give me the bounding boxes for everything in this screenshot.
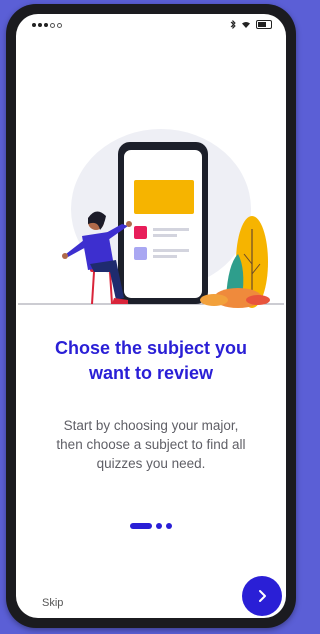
battery-icon — [256, 20, 272, 29]
next-button[interactable] — [242, 576, 282, 616]
skip-button[interactable]: Skip — [42, 597, 63, 609]
description-line-3: quizzes you need. — [96, 456, 206, 471]
chevron-right-icon — [259, 590, 266, 602]
onboarding-title: Chose the subject you want to review — [16, 336, 286, 386]
page-dot[interactable] — [156, 523, 162, 529]
page-dot[interactable] — [166, 523, 172, 529]
onboarding-description: Start by choosing your major, then choos… — [32, 416, 270, 473]
onboarding-illustration — [18, 129, 284, 308]
status-bar — [16, 14, 286, 38]
wifi-icon — [242, 21, 250, 28]
title-line-2: want to review — [88, 363, 214, 383]
description-line-1: Start by choosing your major, — [63, 418, 239, 433]
status-icons — [230, 20, 272, 29]
title-line-1: Chose the subject you — [54, 338, 248, 358]
bluetooth-icon — [230, 20, 236, 29]
phone-frame: Chose the subject you want to review Sta… — [6, 4, 296, 628]
signal-icon — [32, 23, 62, 28]
page-indicator — [16, 523, 286, 529]
onboarding-screen: Chose the subject you want to review Sta… — [16, 14, 286, 618]
description-line-2: then choose a subject to find all — [56, 437, 246, 452]
page-dot-active[interactable] — [130, 523, 152, 529]
